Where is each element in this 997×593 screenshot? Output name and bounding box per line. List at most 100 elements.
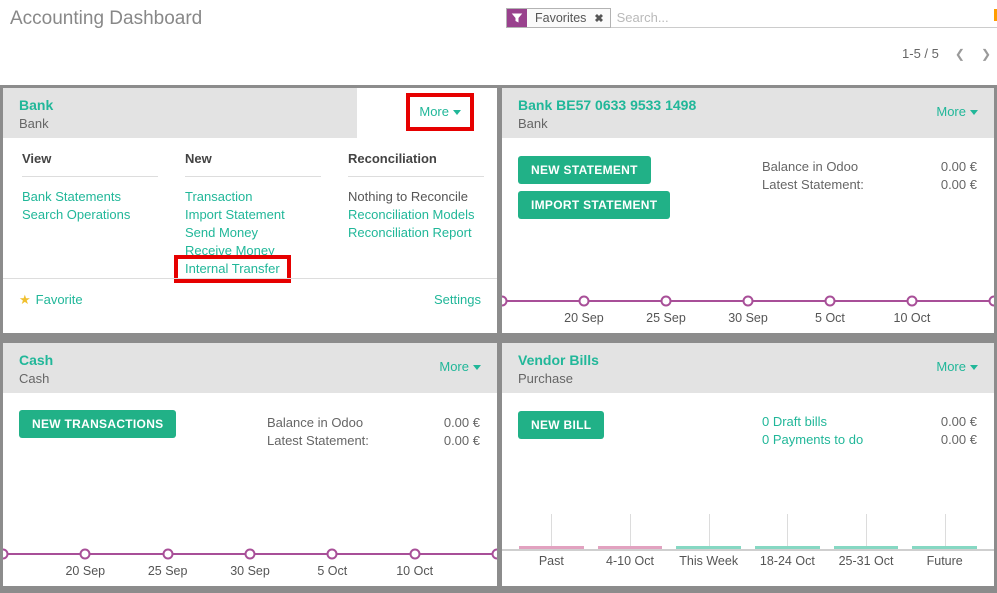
divider — [22, 176, 158, 177]
tick-label: 10 Oct — [894, 311, 931, 325]
bar-future — [905, 514, 984, 549]
card-header: Bank BE57 0633 9533 1498 Bank More — [502, 88, 994, 138]
card-header: Vendor Bills Purchase More — [502, 343, 994, 393]
chevron-down-icon — [970, 365, 978, 370]
bar-4-10-oct — [591, 514, 670, 549]
bar-this-week — [669, 514, 748, 549]
sparkline-axis-labels: 20 Sep 25 Sep 30 Sep 5 Oct 10 Oct — [502, 311, 994, 327]
card-subtitle: Bank — [518, 116, 978, 131]
payments-to-do-row: 0 Payments to do 0.00 € — [762, 431, 977, 449]
dropdown-column-view: View Bank Statements Search Operations — [22, 138, 185, 278]
menu-item-search-operations[interactable]: Search Operations — [22, 206, 185, 224]
card-bank: Bank Bank More View Bank Statements Sear… — [3, 88, 497, 333]
facet-remove-icon[interactable]: ✖ — [594, 12, 609, 25]
card-header: Cash Cash More — [3, 343, 497, 393]
new-statement-button[interactable]: NEW STATEMENT — [518, 156, 651, 184]
tick-label: 20 Sep — [65, 564, 105, 578]
card-title[interactable]: Cash — [19, 352, 481, 368]
pager-range: 1-5 / 5 — [902, 46, 939, 61]
card-vendor-bills: Vendor Bills Purchase More NEW BILL 0 Dr… — [502, 343, 994, 586]
bills-info: 0 Draft bills 0.00 € 0 Payments to do 0.… — [762, 413, 977, 449]
divider — [348, 176, 484, 177]
tick-label: 4-10 Oct — [591, 551, 670, 568]
bills-bar-chart: Past 4-10 Oct This Week 18-24 Oct 25-31 … — [502, 514, 994, 568]
tick-label: 25-31 Oct — [827, 551, 906, 568]
tick-label: This Week — [669, 551, 748, 568]
sparkline-svg — [502, 291, 994, 311]
latest-statement-row: Latest Statement: 0.00 € — [762, 176, 977, 194]
tick-label: 25 Sep — [148, 564, 188, 578]
balance-info: Balance in Odoo 0.00 € Latest Statement:… — [267, 414, 480, 450]
balance-row: Balance in Odoo 0.00 € — [762, 158, 977, 176]
favorites-facet[interactable]: Favorites ✖ — [506, 8, 611, 28]
tick-label: 25 Sep — [646, 311, 686, 325]
reconcile-status-text: Nothing to Reconcile — [348, 188, 484, 206]
filter-funnel-icon — [507, 9, 527, 27]
menu-item-send-money[interactable]: Send Money — [185, 224, 348, 242]
balance-sparkline-chart: 20 Sep 25 Sep 30 Sep 5 Oct 10 Oct — [502, 291, 994, 327]
latest-statement-row: Latest Statement: 0.00 € — [267, 432, 480, 450]
bar-chart-plot — [502, 514, 994, 551]
star-icon: ★ — [19, 292, 31, 307]
card-subtitle: Purchase — [518, 371, 978, 386]
balance-info: Balance in Odoo 0.00 € Latest Statement:… — [762, 158, 977, 194]
bank-card-header: Bank Bank More — [3, 88, 497, 138]
divider — [185, 176, 321, 177]
search-input[interactable] — [611, 8, 997, 28]
bar-chart-axis-labels: Past 4-10 Oct This Week 18-24 Oct 25-31 … — [502, 551, 994, 568]
card-title[interactable]: Bank BE57 0633 9533 1498 — [518, 97, 978, 113]
column-heading: View — [22, 138, 185, 166]
tick-label: 5 Oct — [815, 311, 845, 325]
bank-more-dropdown: View Bank Statements Search Operations N… — [22, 138, 487, 278]
more-button[interactable]: More — [936, 359, 978, 374]
draft-bills-link[interactable]: 0 Draft bills — [762, 413, 827, 431]
menu-item-bank-statements[interactable]: Bank Statements — [22, 188, 185, 206]
menu-item-import-statement[interactable]: Import Statement — [185, 206, 348, 224]
tick-label: 30 Sep — [728, 311, 768, 325]
draft-bills-row: 0 Draft bills 0.00 € — [762, 413, 977, 431]
payments-to-do-link[interactable]: 0 Payments to do — [762, 431, 863, 449]
more-button[interactable]: More — [936, 104, 978, 119]
tick-label: Past — [512, 551, 591, 568]
bank-more-button[interactable]: More — [419, 104, 461, 119]
chevron-down-icon — [453, 110, 461, 115]
pager: 1-5 / 5 ❮ ❯ — [902, 46, 991, 61]
settings-link[interactable]: Settings — [434, 292, 481, 308]
kanban-dashboard: Bank Bank More View Bank Statements Sear… — [0, 85, 997, 593]
dropdown-column-new: New Transaction Import Statement Send Mo… — [185, 138, 348, 278]
bar-past — [512, 514, 591, 549]
card-title[interactable]: Vendor Bills — [518, 352, 978, 368]
balance-sparkline-chart: 20 Sep 25 Sep 30 Sep 5 Oct 10 Oct — [3, 544, 497, 580]
column-heading: Reconciliation — [348, 138, 484, 166]
pager-next-icon[interactable]: ❯ — [981, 47, 991, 61]
more-button[interactable]: More — [439, 359, 481, 374]
chevron-down-icon — [473, 365, 481, 370]
import-statement-button[interactable]: IMPORT STATEMENT — [518, 191, 670, 219]
annotation-box-more: More — [406, 93, 474, 131]
new-transactions-button[interactable]: NEW TRANSACTIONS — [19, 410, 176, 438]
chevron-down-icon — [970, 110, 978, 115]
bank-card-header-bg: Bank Bank — [3, 88, 357, 138]
card-actions: NEW STATEMENT IMPORT STATEMENT — [518, 156, 670, 219]
bank-card-title[interactable]: Bank — [19, 97, 341, 113]
new-bill-button[interactable]: NEW BILL — [518, 411, 604, 439]
search-bar[interactable]: Favorites ✖ — [506, 8, 997, 28]
favorite-toggle[interactable]: ★Favorite — [19, 292, 83, 308]
tick-label: 5 Oct — [317, 564, 347, 578]
sparkline-axis-labels: 20 Sep 25 Sep 30 Sep 5 Oct 10 Oct — [3, 564, 497, 580]
balance-row: Balance in Odoo 0.00 € — [267, 414, 480, 432]
column-heading: New — [185, 138, 348, 166]
dropdown-column-reconciliation: Reconciliation Nothing to Reconcile Reco… — [348, 138, 484, 278]
menu-item-internal-transfer[interactable]: Internal Transfer — [185, 260, 348, 278]
menu-item-transaction[interactable]: Transaction — [185, 188, 348, 206]
menu-item-reconciliation-report[interactable]: Reconciliation Report — [348, 224, 484, 242]
card-bank-be57: Bank BE57 0633 9533 1498 Bank More NEW S… — [502, 88, 994, 333]
top-header: Accounting Dashboard Favorites ✖ 1-5 / 5… — [0, 0, 997, 85]
tick-label: 18-24 Oct — [748, 551, 827, 568]
menu-item-reconciliation-models[interactable]: Reconciliation Models — [348, 206, 484, 224]
bank-card-subtitle: Bank — [19, 116, 341, 131]
card-actions: NEW BILL — [518, 411, 604, 439]
tick-label: Future — [905, 551, 984, 568]
pager-prev-icon[interactable]: ❮ — [955, 47, 965, 61]
facet-label: Favorites — [527, 11, 594, 25]
